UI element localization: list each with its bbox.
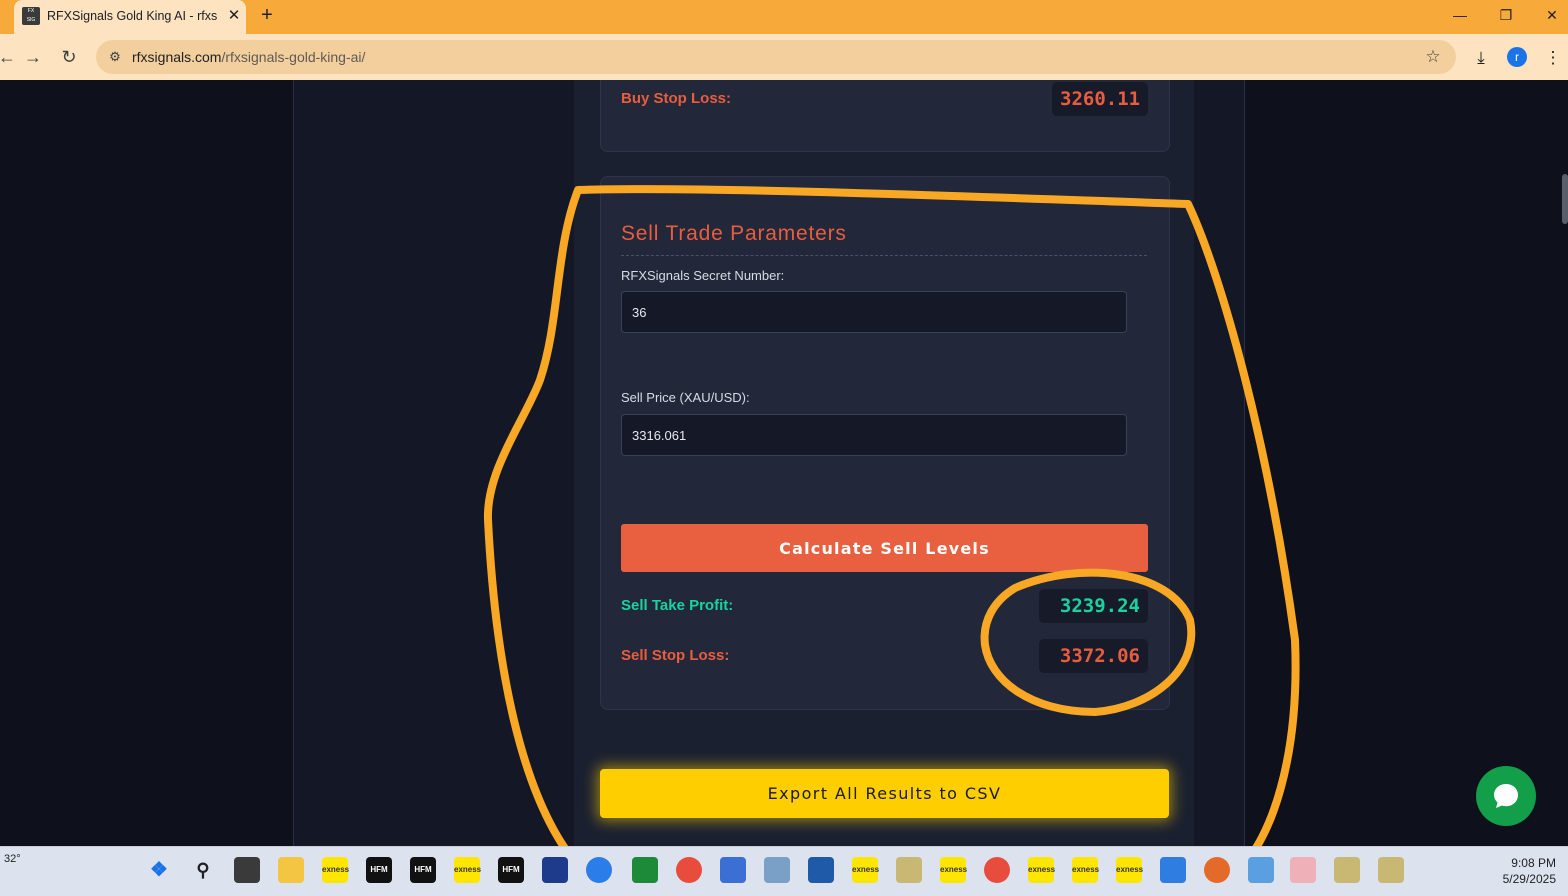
- exness-app-icon-6[interactable]: exness: [1072, 857, 1099, 883]
- network-app-icon[interactable]: [764, 857, 790, 883]
- word-app-icon[interactable]: [542, 857, 568, 883]
- terminal-app-icon-3[interactable]: [1378, 857, 1404, 883]
- chrome-profile-icon[interactable]: [586, 857, 612, 883]
- terminal-app-icon-2[interactable]: [1334, 857, 1360, 883]
- restore-icon[interactable]: ❐: [1491, 4, 1521, 26]
- site-favicon-icon: FX SIG: [22, 7, 40, 25]
- excel-app-icon[interactable]: [632, 857, 658, 883]
- chrome-app-icon[interactable]: [676, 857, 702, 883]
- buy-stop-loss-value: 3260.11: [1052, 82, 1148, 116]
- windows-taskbar: 32° ❖ ⚲ exness HFM HFM exness HFM exness…: [0, 846, 1568, 896]
- calculate-sell-levels-button[interactable]: Calculate Sell Levels: [621, 524, 1148, 572]
- chat-bubble-icon: [1494, 784, 1518, 808]
- calendar-app-icon[interactable]: [720, 857, 746, 883]
- exness-app-icon-3[interactable]: exness: [852, 857, 879, 883]
- window-close-icon[interactable]: ✕: [1537, 4, 1567, 26]
- page-viewport: Buy Stop Loss: 3260.11 Sell Trade Parame…: [0, 80, 1568, 846]
- chrome-app-icon-2[interactable]: [984, 857, 1010, 883]
- address-bar[interactable]: ⚙ rfxsignals.com/rfxsignals-gold-king-ai…: [96, 40, 1456, 74]
- browser-toolbar: ← → ↻ ⚙ rfxsignals.com/rfxsignals-gold-k…: [0, 34, 1568, 80]
- profile-avatar[interactable]: r: [1507, 47, 1527, 67]
- url-text[interactable]: rfxsignals.com/rfxsignals-gold-king-ai/: [132, 49, 365, 65]
- sell-price-input[interactable]: [621, 414, 1127, 456]
- exness-app-icon-7[interactable]: exness: [1116, 857, 1143, 883]
- site-info-icon[interactable]: ⚙: [106, 48, 124, 66]
- browser-tab-active[interactable]: FX SIG RFXSignals Gold King AI - rfxsig ✕: [14, 0, 246, 34]
- secret-number-label: RFXSignals Secret Number:: [621, 268, 785, 283]
- hfm-app-icon-3[interactable]: HFM: [498, 857, 524, 883]
- sell-section-title: Sell Trade Parameters: [621, 222, 847, 245]
- url-domain: rfxsignals.com: [132, 49, 222, 65]
- exness-app-icon-4[interactable]: exness: [940, 857, 967, 883]
- file-explorer-icon[interactable]: [278, 857, 304, 883]
- download-icon[interactable]: ⤓: [1469, 46, 1493, 70]
- hfm-app-icon[interactable]: HFM: [366, 857, 392, 883]
- sell-take-profit-value: 3239.24: [1039, 589, 1148, 623]
- tab-strip: FX SIG RFXSignals Gold King AI - rfxsig ✕…: [0, 0, 1568, 34]
- sell-stop-loss-value: 3372.06: [1039, 639, 1148, 673]
- new-tab-button[interactable]: +: [256, 4, 278, 26]
- menu-kebab-icon[interactable]: ⋮: [1541, 46, 1565, 70]
- forward-arrow-icon[interactable]: →: [20, 44, 46, 70]
- hfm-app-icon-2[interactable]: HFM: [410, 857, 436, 883]
- back-arrow-icon[interactable]: ←: [0, 44, 20, 70]
- weather-widget[interactable]: 32°: [4, 853, 21, 865]
- firefox-app-icon[interactable]: [1204, 857, 1230, 883]
- terminal-app-icon[interactable]: [896, 857, 922, 883]
- photos-app-icon[interactable]: [1290, 857, 1316, 883]
- export-csv-button[interactable]: Export All Results to CSV: [600, 769, 1169, 818]
- page-scrollbar[interactable]: [1560, 80, 1568, 846]
- tab-title: RFXSignals Gold King AI - rfxsig: [47, 9, 217, 23]
- sell-stop-loss-label: Sell Stop Loss:: [621, 647, 730, 664]
- exness-app-icon[interactable]: exness: [322, 857, 349, 883]
- exness-app-icon-5[interactable]: exness: [1028, 857, 1055, 883]
- buy-stop-loss-label: Buy Stop Loss:: [621, 90, 732, 107]
- tab-close-icon[interactable]: ✕: [224, 6, 244, 26]
- section-divider: [621, 255, 1147, 256]
- windows-start-icon[interactable]: ❖: [146, 857, 172, 883]
- vscode-app-icon[interactable]: [1160, 857, 1186, 883]
- snipping-tool-icon[interactable]: [1248, 857, 1274, 883]
- chat-widget-button[interactable]: [1476, 766, 1536, 826]
- bookmark-star-icon[interactable]: ☆: [1422, 46, 1444, 68]
- search-icon[interactable]: ⚲: [190, 857, 216, 883]
- clock-time: 9:08 PM: [1511, 856, 1556, 870]
- sell-price-label: Sell Price (XAU/USD):: [621, 390, 750, 405]
- sell-take-profit-label: Sell Take Profit:: [621, 597, 734, 614]
- url-path: /rfxsignals-gold-king-ai/: [221, 49, 366, 65]
- minimize-icon[interactable]: —: [1445, 4, 1475, 26]
- system-clock[interactable]: 9:08 PM 5/29/2025: [1503, 855, 1556, 887]
- reload-icon[interactable]: ↻: [56, 44, 82, 70]
- window-app-icon[interactable]: [808, 857, 834, 883]
- exness-app-icon-2[interactable]: exness: [454, 857, 481, 883]
- clock-date: 5/29/2025: [1502, 872, 1556, 886]
- scrollbar-thumb[interactable]: [1562, 174, 1568, 224]
- task-view-icon[interactable]: [234, 857, 260, 883]
- secret-number-input[interactable]: [621, 291, 1127, 333]
